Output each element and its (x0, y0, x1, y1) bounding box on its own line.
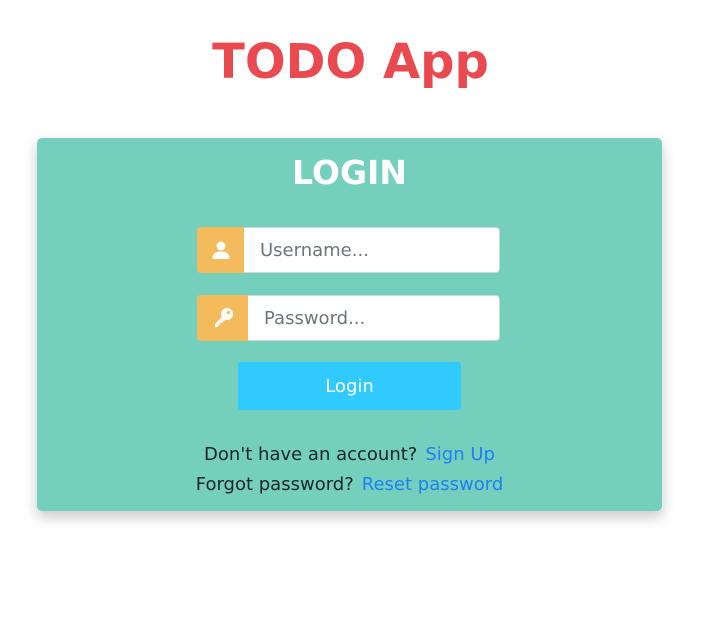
password-input[interactable] (248, 295, 500, 341)
password-input-group (197, 295, 500, 341)
login-button[interactable]: Login (238, 362, 461, 410)
key-icon (197, 295, 248, 341)
sign-up-link[interactable]: Sign Up (425, 444, 495, 465)
reset-prompt: Forgot password? Reset password (37, 473, 662, 497)
login-heading: LOGIN (292, 153, 407, 192)
signup-prompt: Don't have an account? Sign Up (37, 443, 662, 467)
login-card: LOGIN Login Don't have an account? Sign U… (37, 138, 662, 511)
signup-prompt-text: Don't have an account? (204, 444, 418, 465)
reset-password-link[interactable]: Reset password (362, 474, 503, 495)
user-icon (197, 227, 244, 273)
reset-prompt-text: Forgot password? (195, 474, 354, 495)
username-input-group (197, 227, 500, 273)
username-input[interactable] (244, 227, 500, 273)
app-title: TODO App (212, 34, 489, 90)
